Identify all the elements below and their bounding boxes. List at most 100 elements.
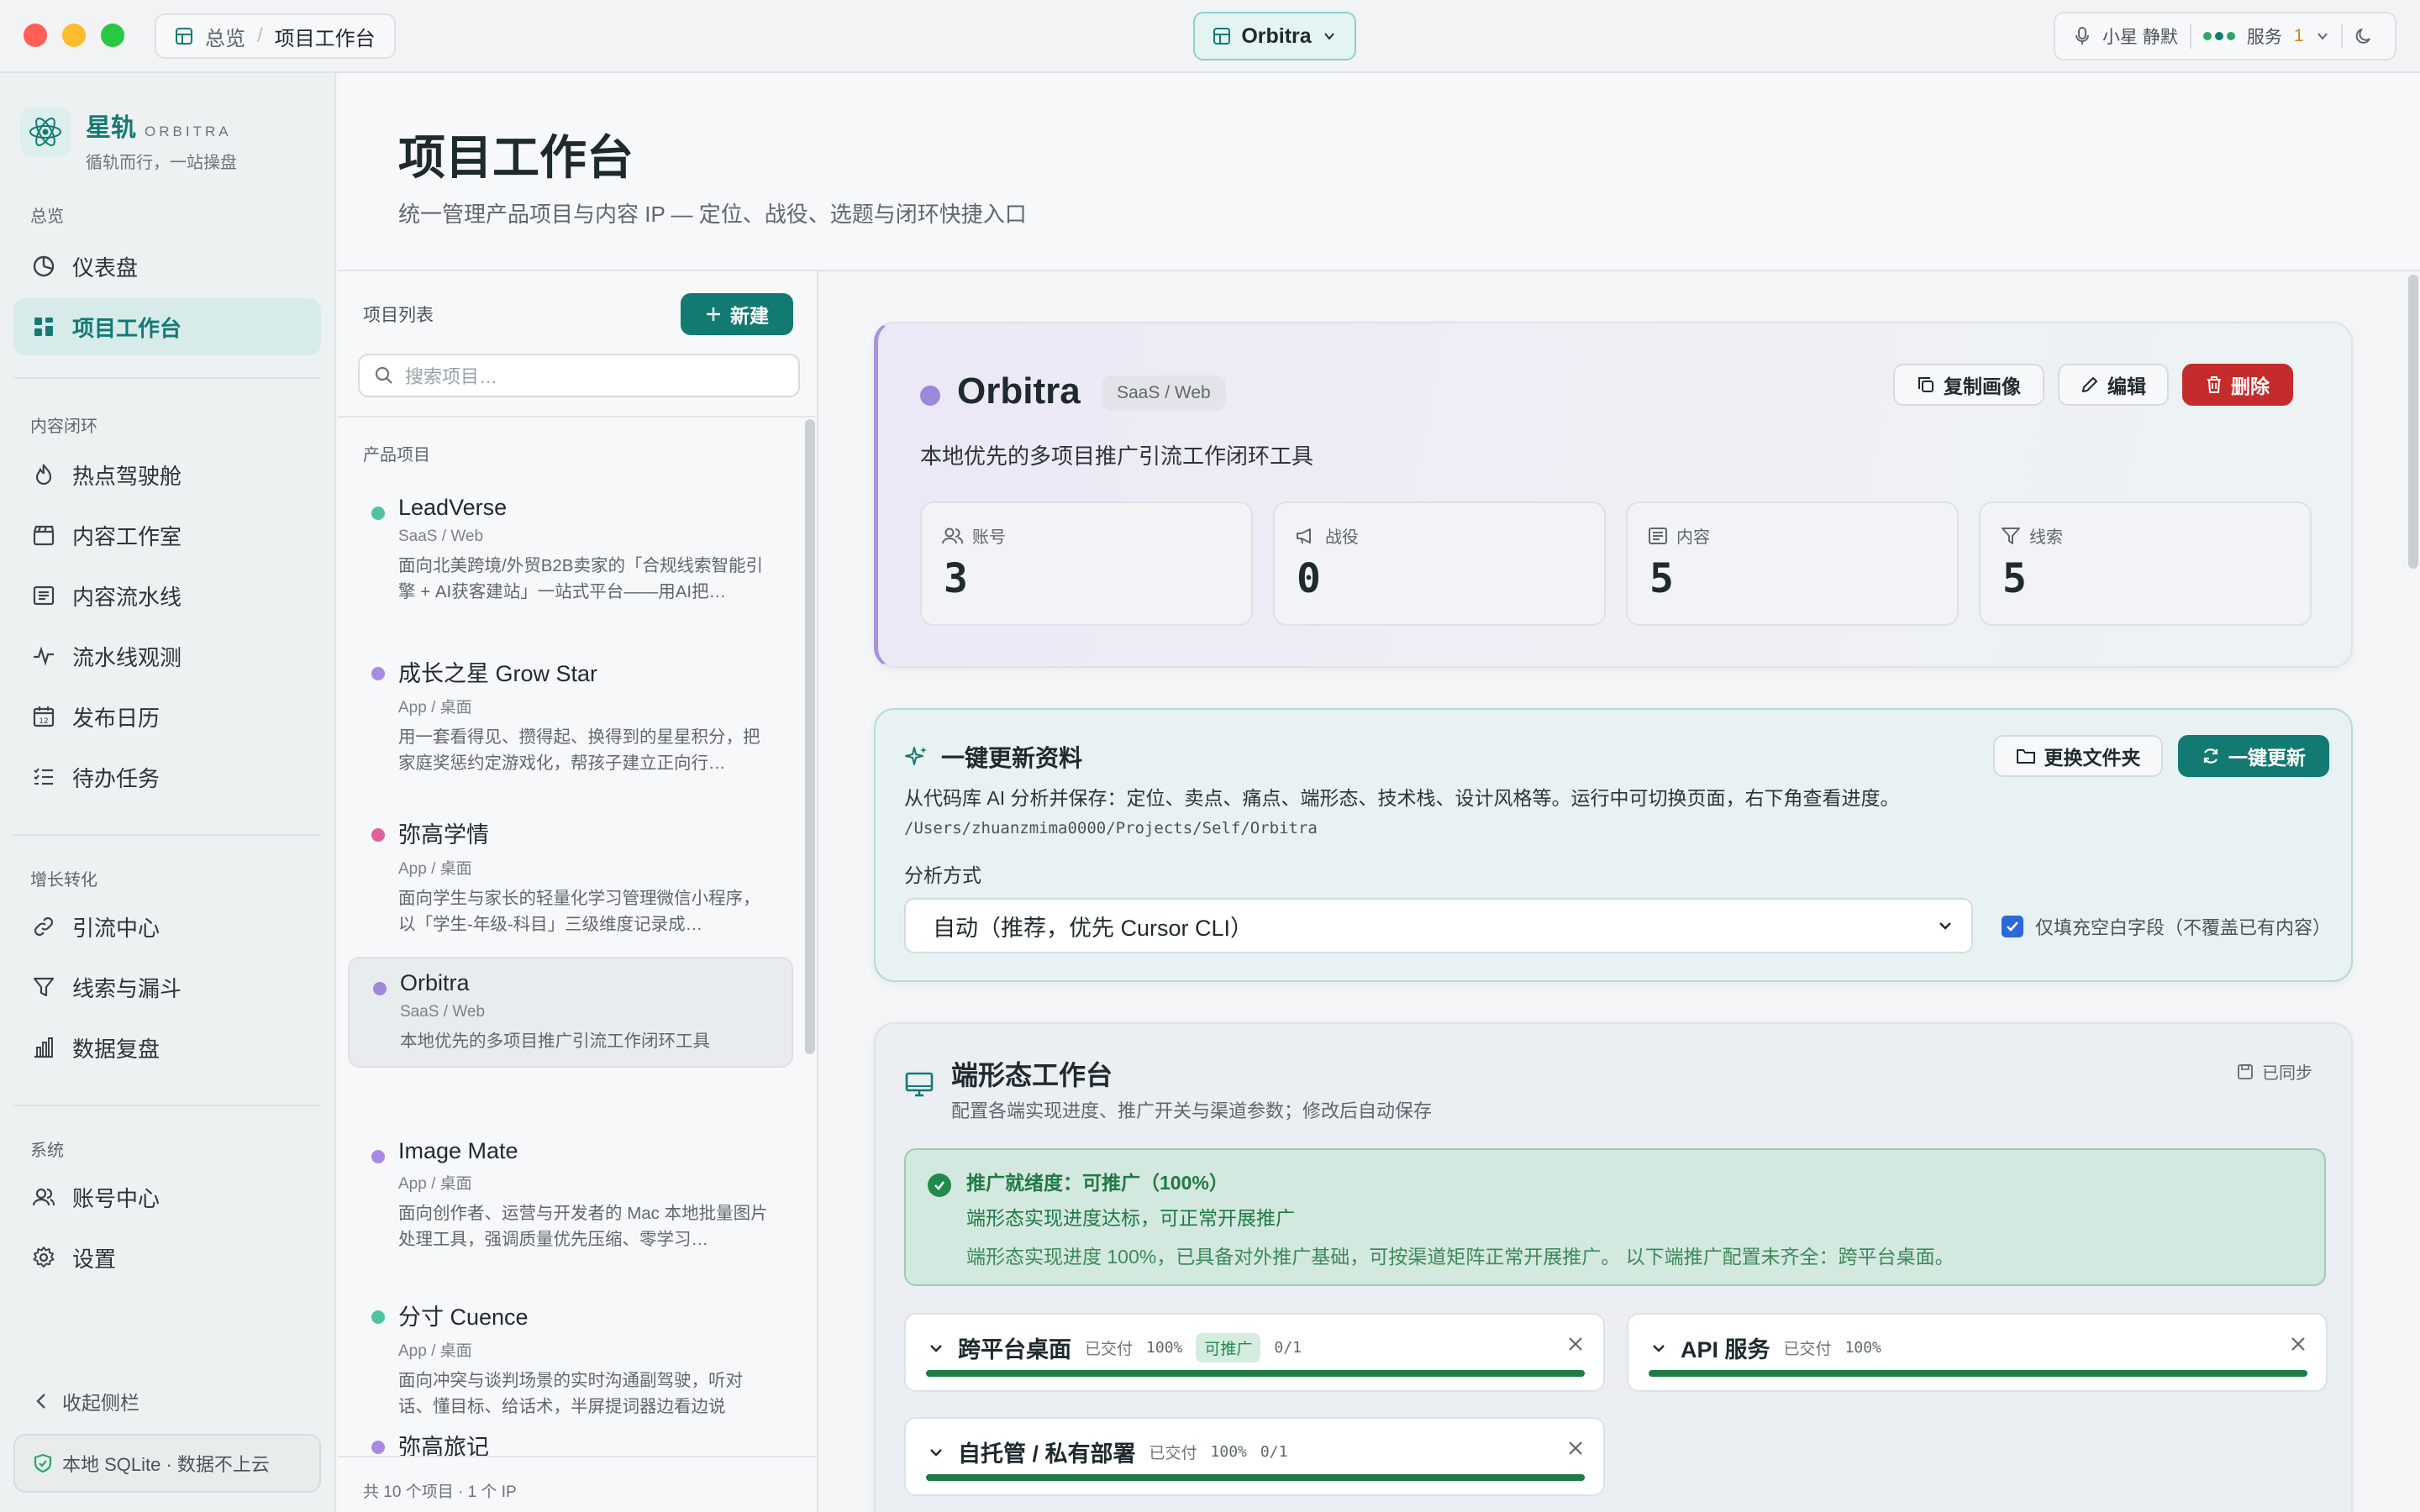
one-click-update-button[interactable]: 一键更新 xyxy=(2178,735,2329,777)
sidebar-item-dashboard[interactable]: 仪表盘 xyxy=(13,238,321,295)
sidebar-item-content-pipeline[interactable]: 内容流水线 xyxy=(13,567,321,624)
breadcrumb-item[interactable]: 总览 xyxy=(205,22,245,51)
status-dot xyxy=(371,667,385,680)
divider xyxy=(13,377,321,379)
project-list-item-partial[interactable]: 弥高旅记 xyxy=(338,1429,817,1456)
project-list-item[interactable]: 成长之星 Grow Star App / 桌面 用一套看得见、攒得起、换得到的星… xyxy=(348,643,793,788)
sidebar-item-label: 内容流水线 xyxy=(72,584,182,610)
service-label[interactable]: 服务 xyxy=(2247,24,2282,49)
sidebar-item-label: 流水线观测 xyxy=(72,644,182,670)
collapse-sidebar-button[interactable]: 收起侧栏 xyxy=(34,1387,139,1415)
platform-header: API 服务 已交付 100% xyxy=(1650,1331,1881,1364)
sidebar-item-label: 待办任务 xyxy=(72,765,160,791)
close-icon[interactable] xyxy=(1566,1439,1585,1457)
platform-card[interactable]: 自托管 / 私有部署 已交付 100% 0/1 xyxy=(904,1417,1605,1496)
sidebar-item-label: 线索与漏斗 xyxy=(72,975,182,1001)
platform-card[interactable]: 跨平台桌面 已交付 100% 可推广 0/1 xyxy=(904,1313,1605,1392)
readiness-banner: 推广就绪度：可推广（100%） 端形态实现进度达标，可正常开展推广 端形态实现进… xyxy=(904,1148,2326,1286)
checkbox-checked-icon[interactable] xyxy=(2002,916,2023,937)
chevron-down-icon[interactable] xyxy=(928,1340,944,1357)
sidebar-item-content-studio[interactable]: 内容工作室 xyxy=(13,507,321,564)
microphone-icon[interactable] xyxy=(2074,27,2091,45)
new-project-button[interactable]: 新建 xyxy=(681,293,793,335)
platform-progress-fill xyxy=(926,1370,1585,1377)
breadcrumb: 总览 / 项目工作台 xyxy=(155,13,396,59)
fill-empty-only-checkbox[interactable]: 仅填充空白字段（不覆盖已有内容） xyxy=(2002,913,2331,940)
chevron-down-icon[interactable] xyxy=(928,1444,944,1461)
platform-name: API 服务 xyxy=(1681,1337,1770,1362)
edit-button[interactable]: 编辑 xyxy=(2058,364,2169,406)
stat-card-accounts[interactable]: 账号 3 xyxy=(920,501,1253,626)
atom-logo-icon xyxy=(20,107,71,157)
close-icon[interactable] xyxy=(1566,1335,1585,1353)
activity-icon xyxy=(34,646,54,666)
brand-name: 星轨 xyxy=(86,114,136,142)
project-list-scrollbar[interactable] xyxy=(805,419,815,1054)
sidebar-item-leads-funnel[interactable]: 线索与漏斗 xyxy=(13,958,321,1016)
change-folder-button[interactable]: 更换文件夹 xyxy=(1993,735,2163,777)
refresh-icon xyxy=(2203,748,2218,764)
project-overview-card: Orbitra SaaS / Web 本地优先的多项目推广引流工作闭环工具 复制… xyxy=(874,322,2353,668)
readiness-title: 推广就绪度：可推广（100%） xyxy=(966,1172,1228,1194)
stat-card-leads[interactable]: 线索 5 xyxy=(1979,501,2312,626)
users-icon xyxy=(32,1188,55,1206)
sidebar-item-traffic-center[interactable]: 引流中心 xyxy=(13,898,321,955)
close-window-button[interactable] xyxy=(24,24,47,47)
readiness-summary: 端形态实现进度达标，可正常开展推广 xyxy=(966,1207,1295,1229)
sidebar-item-project-workbench[interactable]: 项目工作台 xyxy=(13,298,321,355)
search-placeholder: 搜索项目… xyxy=(405,366,498,387)
sidebar-item-publish-calendar[interactable]: 12 发布日历 xyxy=(13,688,321,745)
sidebar-item-hotspot[interactable]: 热点驾驶舱 xyxy=(13,446,321,503)
platform-progress-fill xyxy=(926,1474,1585,1481)
project-list-item[interactable]: 分寸 Cuence App / 桌面 面向冲突与谈判场景的实时沟通副驾驶，听对话… xyxy=(348,1287,793,1431)
close-icon[interactable] xyxy=(2289,1335,2307,1353)
analysis-method-select[interactable]: 自动（推荐，优先 Cursor CLI） xyxy=(904,898,1973,953)
update-title: 一键更新资料 xyxy=(904,740,1082,774)
platform-percent: 100% xyxy=(1844,1339,1881,1357)
analysis-method-label: 分析方式 xyxy=(904,864,981,886)
update-description: 从代码库 AI 分析并保存：定位、卖点、痛点、端形态、技术栈、设计风格等。运行中… xyxy=(904,787,1900,809)
minimize-window-button[interactable] xyxy=(62,24,86,47)
sidebar-item-pipeline-monitor[interactable]: 流水线观测 xyxy=(13,627,321,685)
chevron-down-icon[interactable] xyxy=(2316,29,2329,43)
project-switcher[interactable]: Orbitra xyxy=(1193,12,1356,60)
search-icon xyxy=(375,366,392,384)
stat-label: 线索 xyxy=(2001,523,2063,548)
sidebar-item-todo[interactable]: 待办任务 xyxy=(13,748,321,806)
sidebar-item-label: 项目工作台 xyxy=(72,315,182,341)
main-scrollbar[interactable] xyxy=(2408,275,2418,569)
copy-profile-button[interactable]: 复制画像 xyxy=(1893,364,2044,406)
project-search-input[interactable]: 搜索项目… xyxy=(358,354,800,397)
sidebar-item-settings[interactable]: 设置 xyxy=(13,1229,321,1286)
stat-value: 3 xyxy=(944,555,968,602)
project-category: SaaS / Web xyxy=(400,1003,486,1021)
stat-card-content[interactable]: 内容 5 xyxy=(1626,501,1959,626)
moon-icon[interactable] xyxy=(2354,27,2373,45)
maximize-window-button[interactable] xyxy=(101,24,124,47)
sidebar-item-data-review[interactable]: 数据复盘 xyxy=(13,1019,321,1076)
chevron-down-icon[interactable] xyxy=(1650,1340,1667,1357)
brand: 星轨 ORBITRA 循轨而行，一站操盘 xyxy=(20,107,237,173)
sidebar-item-accounts[interactable]: 账号中心 xyxy=(13,1168,321,1226)
project-description: 面向北美跨境/外贸B2B卖家的「合规线索智能引擎 + AI获客建站」一站式平台—… xyxy=(398,556,763,601)
clapperboard-icon xyxy=(33,525,55,546)
delete-button[interactable]: 删除 xyxy=(2182,364,2293,406)
save-icon xyxy=(2238,1063,2253,1079)
platform-progress-fill xyxy=(1649,1370,2307,1377)
storage-badge: 本地 SQLite · 数据不上云 xyxy=(13,1434,321,1493)
platform-card[interactable]: API 服务 已交付 100% xyxy=(1627,1313,2328,1392)
stat-card-campaigns[interactable]: 战役 0 xyxy=(1273,501,1606,626)
project-list-item[interactable]: LeadVerse SaaS / Web 面向北美跨境/外贸B2B卖家的「合规线… xyxy=(348,483,793,617)
project-list-item[interactable]: Image Mate App / 桌面 面向创作者、运营与开发者的 Mac 本地… xyxy=(348,1126,793,1264)
megaphone-icon xyxy=(1297,528,1311,543)
folder-icon xyxy=(2016,749,2035,764)
brand-sub: ORBITRA xyxy=(145,123,232,139)
sidebar-item-label: 账号中心 xyxy=(72,1185,160,1211)
users-icon xyxy=(942,528,964,543)
page-header: 项目工作台 统一管理产品项目与内容 IP — 定位、战役、选题与闭环快捷入口 xyxy=(338,73,2420,271)
project-category: App / 桌面 xyxy=(398,1175,472,1193)
divider xyxy=(13,1105,321,1106)
project-list-item[interactable]: 弥高学情 App / 桌面 面向学生与家长的轻量化学习管理微信小程序，以「学生-… xyxy=(348,805,793,949)
project-list-item-selected[interactable]: Orbitra SaaS / Web 本地优先的多项目推广引流工作闭环工具 xyxy=(348,957,793,1068)
voice-status[interactable]: 小星 静默 xyxy=(2102,24,2178,49)
